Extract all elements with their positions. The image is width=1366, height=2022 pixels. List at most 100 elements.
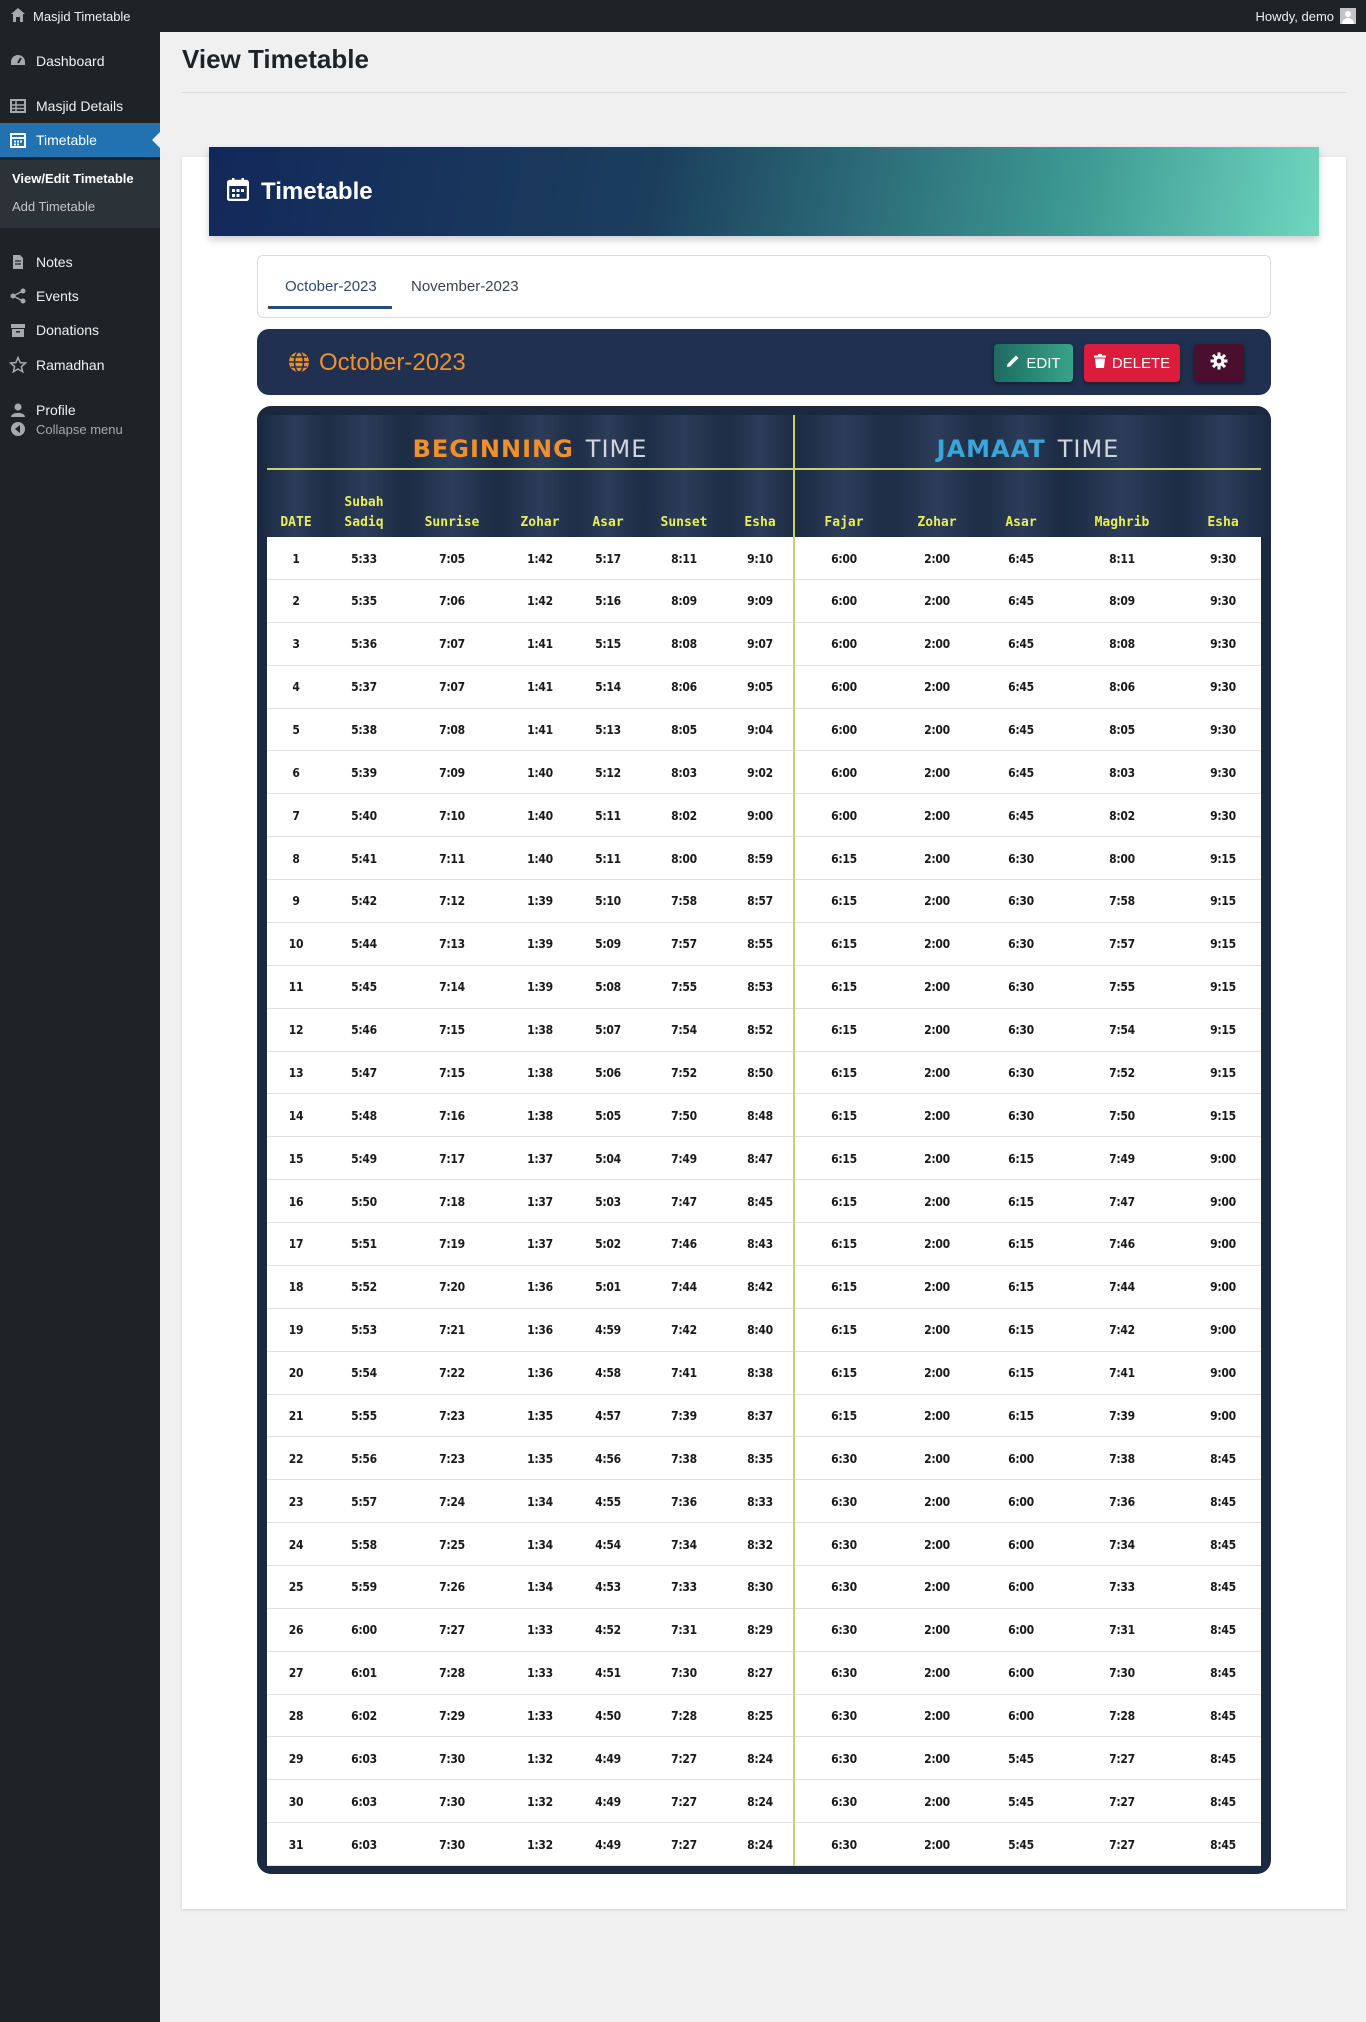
table-cell: 6:30 bbox=[831, 1451, 857, 1466]
table-cell: 5:13 bbox=[595, 722, 621, 737]
table-cell: 7:55 bbox=[1109, 980, 1135, 995]
sidebar-item-masjid-details[interactable]: Masjid Details bbox=[0, 89, 160, 123]
table-cell: 7:27 bbox=[671, 1751, 697, 1766]
table-cell: 8:45 bbox=[1210, 1451, 1236, 1466]
table-cell: 9:15 bbox=[1210, 851, 1236, 866]
page-title: View Timetable bbox=[182, 44, 369, 74]
table-cell: 1:41 bbox=[527, 637, 553, 652]
submenu-view-edit-timetable[interactable]: View/Edit Timetable bbox=[12, 171, 134, 186]
table-cell: 7:42 bbox=[671, 1323, 697, 1338]
table-cell: 5:11 bbox=[595, 808, 621, 823]
table-cell: 7:22 bbox=[439, 1366, 465, 1381]
collapse-menu-button[interactable]: Collapse menu bbox=[0, 412, 160, 446]
table-cell: 7:33 bbox=[1109, 1580, 1135, 1595]
beginning-word: BEGINNING bbox=[412, 435, 574, 463]
table-cell: 22 bbox=[288, 1451, 304, 1466]
table-cell: 1:33 bbox=[527, 1666, 553, 1681]
table-cell: 7:57 bbox=[1109, 937, 1135, 952]
table-cell: 15 bbox=[288, 1151, 304, 1166]
delete-button[interactable]: DELETE bbox=[1084, 344, 1180, 382]
sidebar-item-donations[interactable]: Donations bbox=[0, 313, 160, 347]
table-cell: 2:00 bbox=[924, 1108, 950, 1123]
table-cell: 5:09 bbox=[595, 937, 621, 952]
table-row: 6 5:39 7:09 1:40 5:12 8:03 9:02 6:00 2:00 6:45 8:0… bbox=[267, 751, 1261, 795]
table-cell: 5:35 bbox=[351, 594, 377, 609]
table-cell: 8:33 bbox=[747, 1494, 773, 1509]
table-cell: 9:00 bbox=[1210, 1280, 1236, 1295]
table-cell: 8:55 bbox=[747, 937, 773, 952]
table-cell: 1:37 bbox=[527, 1237, 553, 1252]
table-cell: 2:00 bbox=[924, 1537, 950, 1552]
table-row: 1 5:33 7:05 1:42 5:17 8:11 9:10 6:00 2:00 6:45 8:1… bbox=[267, 537, 1261, 580]
table-cell: 7:39 bbox=[671, 1408, 697, 1423]
calendar-icon bbox=[226, 177, 250, 206]
star-icon bbox=[0, 356, 36, 374]
submenu-add-timetable[interactable]: Add Timetable bbox=[12, 199, 95, 214]
tab-november-2023[interactable]: November-2023 bbox=[411, 278, 519, 295]
table-cell: 7:27 bbox=[1109, 1794, 1135, 1809]
table-cell: 5:38 bbox=[351, 722, 377, 737]
table-cell: 6:00 bbox=[1008, 1451, 1034, 1466]
table-cell: 7:27 bbox=[671, 1794, 697, 1809]
table-cell: 1:36 bbox=[527, 1323, 553, 1338]
sidebar-item-ramadhan[interactable]: Ramadhan bbox=[0, 348, 160, 382]
table-row: 10 5:44 7:13 1:39 5:09 7:57 8:55 6:15 2:00 6:30 7:… bbox=[267, 923, 1261, 966]
table-cell: 7:36 bbox=[671, 1494, 697, 1509]
table-cell: 5:46 bbox=[351, 1023, 377, 1038]
table-cell: 6:03 bbox=[351, 1794, 377, 1809]
table-cell: 2:00 bbox=[924, 1666, 950, 1681]
table-cell: 17 bbox=[288, 1237, 304, 1252]
table-cell: 5:17 bbox=[595, 551, 621, 566]
table-cell: 6:30 bbox=[831, 1666, 857, 1681]
table-cell: 1:39 bbox=[527, 937, 553, 952]
table-cell: 8:50 bbox=[747, 1065, 773, 1080]
table-cell: 7:10 bbox=[439, 808, 465, 823]
table-cell: 7:49 bbox=[1109, 1151, 1135, 1166]
table-cell: 7:55 bbox=[671, 980, 697, 995]
table-cell: 7:18 bbox=[439, 1194, 465, 1209]
table-cell: 7:41 bbox=[671, 1366, 697, 1381]
sidebar-item-label: Masjid Details bbox=[36, 98, 124, 114]
table-cell: 8:35 bbox=[747, 1451, 773, 1466]
table-cell: 6:00 bbox=[831, 594, 857, 609]
sidebar-item-label: Events bbox=[36, 288, 79, 304]
sidebar-item-timetable[interactable]: Timetable bbox=[0, 123, 160, 157]
table-cell: 6:00 bbox=[1008, 1580, 1034, 1595]
sidebar-item-events[interactable]: Events bbox=[0, 279, 160, 313]
table-cell: 8:42 bbox=[747, 1280, 773, 1295]
table-icon bbox=[0, 97, 36, 115]
home-icon bbox=[10, 7, 26, 26]
table-cell: 8:38 bbox=[747, 1366, 773, 1381]
table-cell: 2 bbox=[292, 594, 300, 609]
site-name-link[interactable]: Masjid Timetable bbox=[10, 0, 131, 32]
admin-bar: Masjid Timetable Howdy, demo bbox=[0, 0, 1366, 32]
edit-button[interactable]: EDIT bbox=[994, 344, 1073, 382]
tab-october-2023[interactable]: October-2023 bbox=[285, 278, 377, 295]
table-cell: 5:33 bbox=[351, 551, 377, 566]
table-cell: 7:26 bbox=[439, 1580, 465, 1595]
settings-button[interactable] bbox=[1194, 344, 1244, 382]
table-cell: 9:15 bbox=[1210, 937, 1236, 952]
table-cell: 7:50 bbox=[1109, 1108, 1135, 1123]
table-cell: 9:00 bbox=[1210, 1237, 1236, 1252]
table-cell: 4:57 bbox=[595, 1408, 621, 1423]
table-cell: 2:00 bbox=[924, 1280, 950, 1295]
table-cell: 2:00 bbox=[924, 1580, 950, 1595]
table-cell: 9:30 bbox=[1210, 551, 1236, 566]
table-cell: 7:19 bbox=[439, 1237, 465, 1252]
table-cell: 8:45 bbox=[1210, 1751, 1236, 1766]
table-cell: 6:15 bbox=[831, 1194, 857, 1209]
table-cell: 5:14 bbox=[595, 680, 621, 695]
table-cell: 7:54 bbox=[671, 1023, 697, 1038]
account-menu[interactable]: Howdy, demo bbox=[1255, 0, 1356, 32]
column-header: Zohar bbox=[917, 515, 957, 530]
table-cell: 6:15 bbox=[831, 1065, 857, 1080]
table-cell: 9:15 bbox=[1210, 1023, 1236, 1038]
sidebar-item-notes[interactable]: Notes bbox=[0, 245, 160, 279]
sidebar-item-dashboard[interactable]: Dashboard bbox=[0, 44, 160, 78]
table-row: 12 5:46 7:15 1:38 5:07 7:54 8:52 6:15 2:00 6:30 7:… bbox=[267, 1009, 1261, 1052]
table-cell: 8:37 bbox=[747, 1408, 773, 1423]
table-cell: 6:30 bbox=[1008, 894, 1034, 909]
table-cell: 7:20 bbox=[439, 1280, 465, 1295]
table-cell: 23 bbox=[288, 1494, 304, 1509]
